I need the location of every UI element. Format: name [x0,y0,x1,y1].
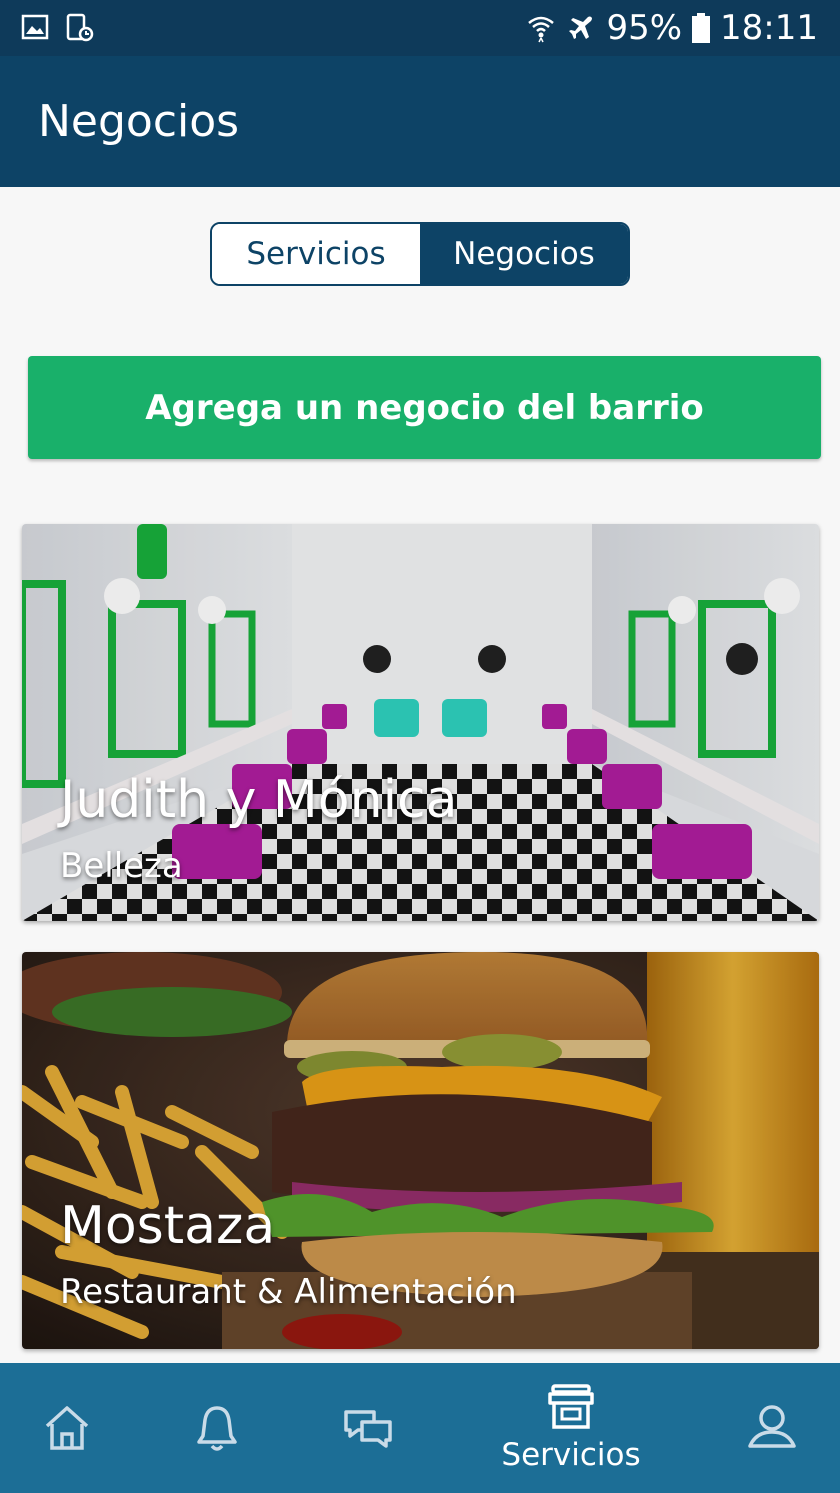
store-icon [548,1384,594,1429]
airplane-icon [569,16,593,39]
nav-home[interactable] [7,1363,127,1493]
bottom-nav: Servicios [0,1363,840,1493]
nav-messages[interactable] [308,1363,428,1493]
nav-label: Servicios [501,1437,641,1473]
clock: 18:11 [720,8,818,48]
segmented-control: Servicios Negocios [210,222,630,286]
business-card[interactable]: Judith y Mónica Belleza [22,524,819,921]
business-card[interactable]: Mostaza Restaurant & Alimentación [22,952,819,1349]
battery-icon [692,13,711,43]
business-category: Belleza [60,846,183,886]
business-name: Judith y Mónica [60,770,458,830]
tab-negocios[interactable]: Negocios [420,224,628,284]
home-icon [45,1406,89,1450]
bell-icon [197,1406,237,1451]
nav-profile[interactable] [712,1363,832,1493]
add-business-button[interactable]: Agrega un negocio del barrio [28,356,821,459]
status-left [20,12,94,42]
tab-servicios[interactable]: Servicios [212,224,420,284]
image-icon [21,14,49,40]
status-bar: 95% 18:11 [0,0,840,56]
profile-icon [748,1405,796,1448]
business-name: Mostaza [60,1196,276,1256]
chat-icon [344,1410,392,1448]
screenshot-icon [66,13,94,42]
wifi-icon [528,16,555,43]
nav-notifications[interactable] [157,1363,277,1493]
app-bar: Negocios [0,56,840,187]
page-title: Negocios [38,96,240,147]
battery-percent: 95% [606,8,683,48]
nav-servicios[interactable]: Servicios [501,1363,641,1493]
business-category: Restaurant & Alimentación [60,1272,517,1312]
status-right: 95% 18:11 [526,8,818,48]
